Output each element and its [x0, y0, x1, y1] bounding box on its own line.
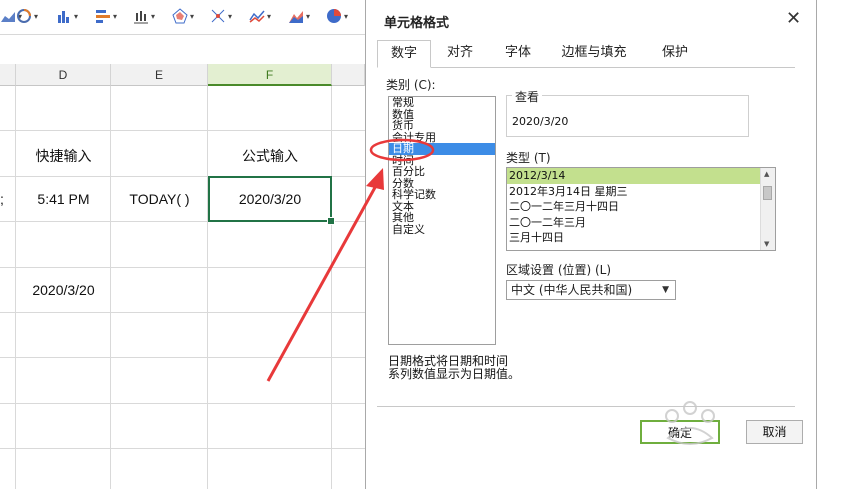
category-description: 日期格式将日期和时间 系列数值显示为日期值。 [388, 355, 688, 381]
category-item[interactable]: 百分比 [389, 166, 495, 178]
scroll-up-icon[interactable]: ▲ [764, 170, 769, 178]
mountain-chart-icon [289, 11, 303, 23]
bar-chart-button[interactable]: ▾ [95, 6, 133, 26]
mountain-chart-button[interactable]: ▾ [288, 6, 326, 26]
line-chart-button[interactable]: ▾ [249, 6, 287, 26]
bar-chart-icon [96, 10, 110, 23]
watermark-logo [665, 401, 715, 445]
type-label: 类型 (T) [506, 151, 551, 165]
tab-font[interactable]: 字体 [491, 40, 545, 66]
type-item[interactable]: 2012年3月14日 星期三 [507, 184, 775, 200]
category-item[interactable]: 科学记数 [389, 189, 495, 201]
category-item[interactable]: 货币 [389, 120, 495, 132]
grid-line [0, 312, 365, 313]
tab-alignment[interactable]: 对齐 [433, 40, 487, 66]
tab-border-fill[interactable]: 边框与填充 [551, 40, 637, 66]
line-chart-icon [249, 10, 265, 23]
category-item[interactable]: 自定义 [389, 224, 495, 236]
preview-label: 查看 [512, 88, 543, 105]
grid-line [0, 448, 365, 449]
locale-select[interactable]: 中文 (中华人民共和国) ▼ [506, 280, 676, 300]
column-header-c[interactable] [0, 64, 16, 86]
pie-ring-chart-icon [17, 9, 31, 23]
grid-line [0, 357, 365, 358]
scatter-chart-button[interactable]: ▾ [210, 6, 248, 26]
pie-ring-chart-button[interactable]: ▾ [16, 6, 54, 26]
column-header-f[interactable]: F [208, 64, 332, 86]
pie-chart-button[interactable]: ▾ [326, 6, 364, 26]
cell-e-function[interactable]: TODAY( ) [111, 191, 208, 207]
type-item[interactable]: 二〇一二年三月十四日 [507, 199, 775, 215]
active-cell-border [208, 176, 332, 222]
category-item-date[interactable]: 日期 [389, 143, 495, 155]
description-line: 系列数值显示为日期值。 [388, 367, 521, 381]
tab-protection[interactable]: 保护 [647, 40, 703, 66]
grid-line [0, 267, 365, 268]
scatter-chart-icon [211, 9, 225, 23]
column-header-e[interactable]: E [111, 64, 208, 86]
radar-chart-button[interactable]: ▾ [172, 6, 210, 26]
locale-value: 中文 (中华人民共和国) [511, 283, 633, 297]
type-item-selected[interactable]: 2012/3/14 [507, 168, 775, 184]
type-list-scrollbar[interactable]: ▲ ▼ [760, 168, 775, 250]
cell-c-partial[interactable]: ; [0, 191, 10, 207]
tab-number[interactable]: 数字 [377, 40, 431, 68]
cell-d-time[interactable]: 5:41 PM [16, 191, 111, 207]
cell-d-date[interactable]: 2020/3/20 [16, 282, 111, 298]
locale-label: 区域设置 (位置) (L) [506, 263, 612, 277]
grid-line [0, 403, 365, 404]
pie-chart-icon [327, 9, 341, 23]
radar-chart-icon [172, 8, 188, 24]
fill-handle[interactable] [327, 217, 335, 225]
scroll-down-icon[interactable]: ▼ [764, 240, 769, 248]
stock-chart-icon [134, 11, 148, 24]
dialog-title: 单元格格式 [384, 16, 450, 31]
category-label: 类别 (C): [386, 78, 436, 92]
scroll-thumb[interactable] [763, 186, 772, 200]
stock-chart-button[interactable]: ▾ [133, 6, 171, 26]
chart-toolbar: ▾ ▾ ▾ ▾ ▾ ▾ ▾ ▾ ▾ ▾ [0, 0, 365, 35]
type-item[interactable]: 三月十四日 [507, 230, 775, 246]
grid-line [0, 130, 365, 131]
category-list[interactable]: 常规 数值 货币 会计专用 日期 时间 百分比 分数 科学记数 文本 其他 自定… [388, 96, 496, 345]
close-icon[interactable]: ✕ [786, 8, 801, 29]
column-chart-icon [58, 11, 69, 23]
cell-d-header[interactable]: 快捷输入 [16, 146, 111, 166]
chevron-down-icon: ▼ [662, 285, 669, 295]
column-chart-button[interactable]: ▾ [56, 6, 94, 26]
column-header-d[interactable]: D [16, 64, 111, 86]
column-header-g[interactable] [332, 64, 365, 86]
area-chart-icon [1, 12, 15, 22]
cell-f-header[interactable]: 公式输入 [208, 146, 332, 166]
category-item[interactable]: 其他 [389, 212, 495, 224]
type-item[interactable]: 二〇一二年三月 [507, 215, 775, 231]
preview-value: 2020/3/20 [512, 115, 569, 128]
type-list[interactable]: 2012/3/14 2012年3月14日 星期三 二〇一二年三月十四日 二〇一二… [506, 167, 776, 251]
tab-bar: 数字 对齐 字体 边框与填充 保护 [377, 40, 795, 68]
category-item[interactable]: 常规 [389, 97, 495, 109]
